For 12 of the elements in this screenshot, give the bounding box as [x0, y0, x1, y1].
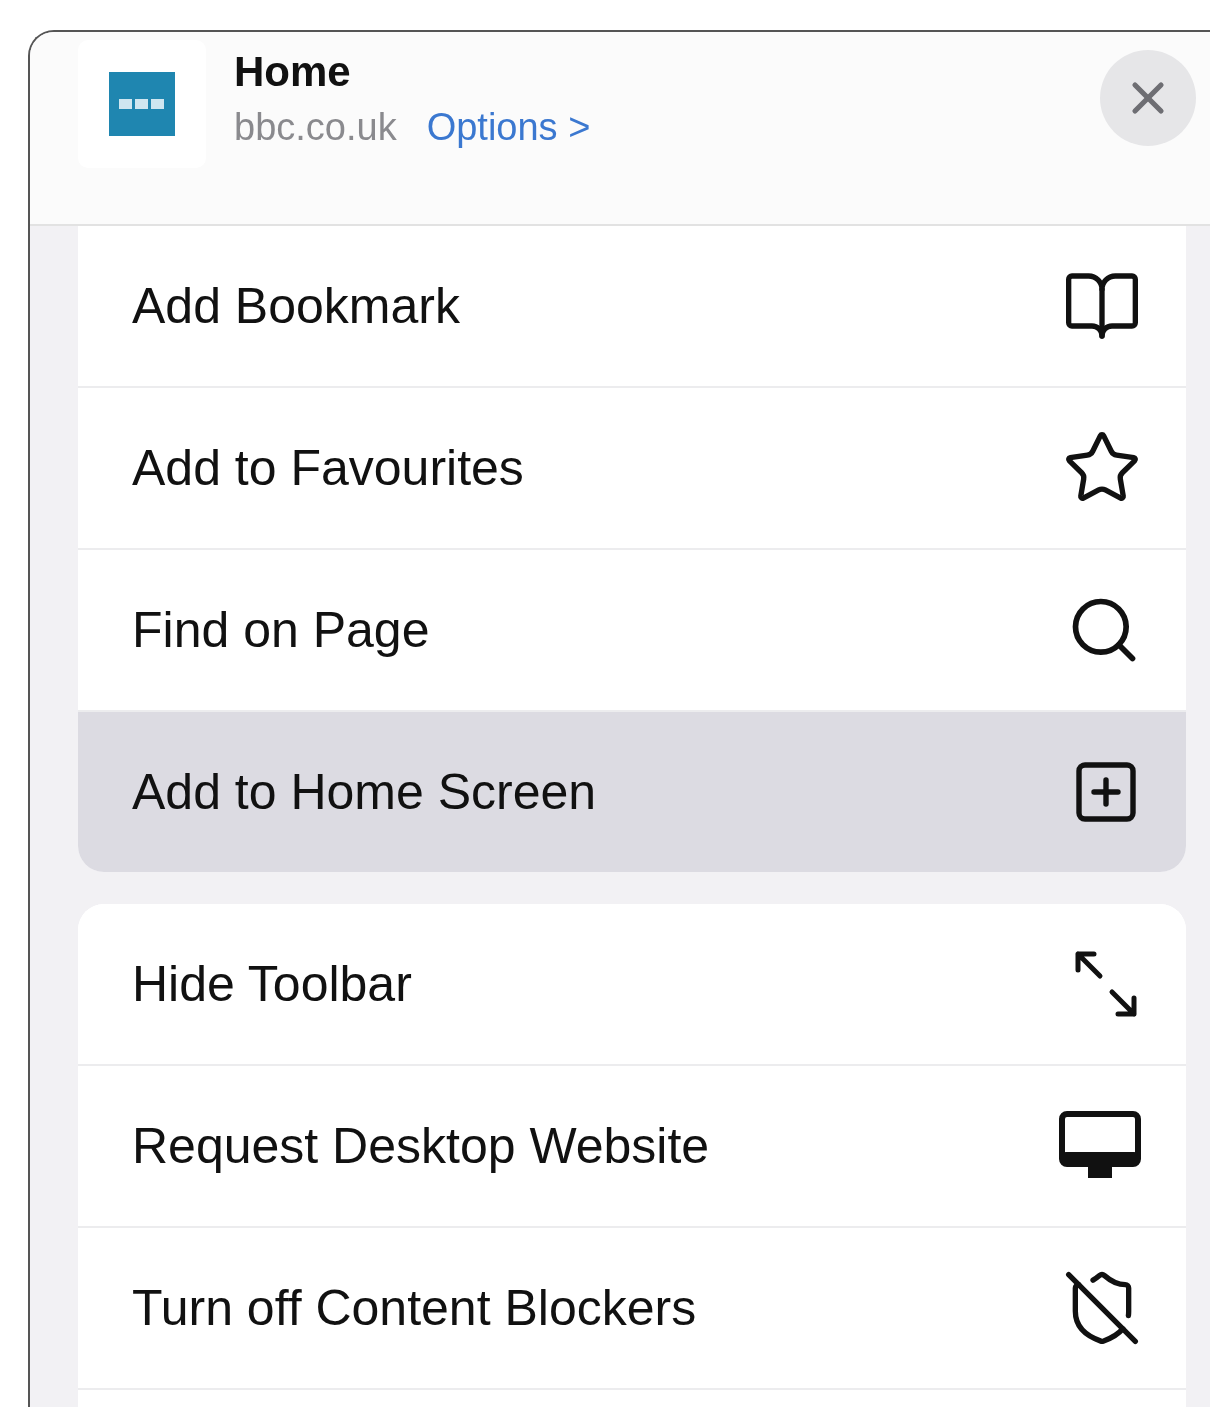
menu-item-label: Add Bookmark — [132, 277, 460, 335]
site-logo-icon — [109, 72, 175, 136]
menu-item-label: Hide Toolbar — [132, 955, 412, 1013]
menu-item[interactable]: Add to Home Screen — [78, 710, 1186, 872]
domain-text: bbc.co.uk — [234, 106, 397, 149]
menu-item-label: Add to Favourites — [132, 439, 524, 497]
menu-item-label: Add to Home Screen — [132, 763, 597, 821]
options-link[interactable]: Options > — [426, 106, 591, 149]
menu-item-label: Find on Page — [132, 601, 430, 659]
page-title: Home — [234, 48, 352, 96]
menu-item-label: Request Desktop Website — [132, 1117, 710, 1175]
menu-item-label: Turn off Content Blockers — [132, 1279, 697, 1337]
